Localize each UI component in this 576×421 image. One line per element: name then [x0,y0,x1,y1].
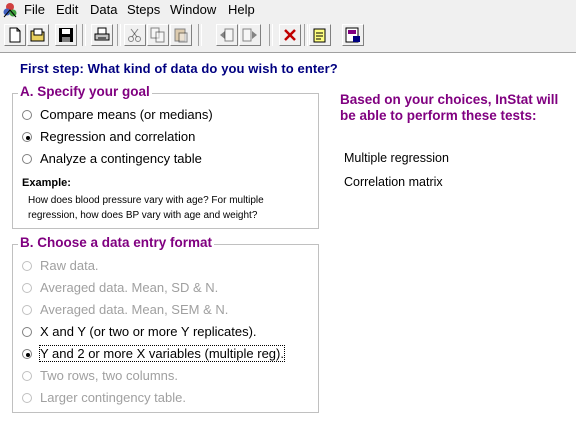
next-step-button[interactable] [239,24,261,46]
toolbar-separator [304,24,308,46]
radio-label: Averaged data. Mean, SD & N. [40,280,219,295]
cut-icon [128,28,141,42]
paste-button[interactable] [170,24,192,46]
radio-circle [22,349,32,359]
menu-window[interactable]: Window [170,2,216,17]
radio-circle [22,132,32,142]
next-step-icon [242,28,257,42]
goal-group-legend: A. Specify your goal [18,84,152,99]
save-button[interactable] [55,24,77,46]
radio-label: X and Y (or two or more Y replicates). [40,324,257,339]
back-step-button[interactable] [216,24,238,46]
print-button[interactable] [91,24,113,46]
radio-circle [22,327,32,337]
cut-button[interactable] [124,24,146,46]
close-icon [284,29,296,41]
radio-circle [22,110,32,120]
instat-app-icon[interactable] [1,1,19,19]
notes-button[interactable] [309,24,331,46]
radio-label: Two rows, two columns. [40,368,178,383]
back-step-icon [220,28,234,42]
toolbar [0,20,576,53]
radio-selected-dot [26,136,30,140]
copy-icon [150,27,165,43]
radio-label: Regression and correlation [40,129,196,144]
radio-label: Averaged data. Mean, SEM & N. [40,302,229,317]
radio-label: Analyze a contingency table [40,151,202,166]
format-group-legend: B. Choose a data entry format [18,235,215,250]
radio-circle [22,261,32,271]
test-correlation-matrix: Correlation matrix [344,175,443,189]
radio-label: Y and 2 or more X variables (multiple re… [39,345,285,362]
toolbar-separator [198,24,202,46]
open-folder-icon [30,28,45,42]
test-multiple-regression: Multiple regression [344,151,449,165]
example-text: How does blood pressure vary with age? F… [28,195,264,221]
radio-label: Compare means (or medians) [40,107,213,122]
radio-label: Raw data. [40,258,99,273]
radio-circle [22,371,32,381]
radio-circle [22,283,32,293]
save-icon [59,28,73,42]
menu-bar: File Edit Data Steps Window Help [0,0,576,20]
menu-edit[interactable]: Edit [56,2,78,17]
notes-icon [313,28,326,43]
example-title: Example: [22,177,71,189]
radio-circle [22,305,32,315]
toolbar-separator [269,24,273,46]
print-icon [94,27,110,41]
copy-button[interactable] [147,24,169,46]
close-button[interactable] [279,24,301,46]
report-button[interactable] [342,24,364,46]
radio-circle [22,154,32,164]
menu-steps[interactable]: Steps [127,2,160,17]
menu-file[interactable]: File [24,2,45,17]
report-icon [345,27,360,43]
menu-data[interactable]: Data [90,2,117,17]
radio-label: Larger contingency table. [40,390,186,405]
open-button[interactable] [27,24,49,46]
paste-icon [174,28,188,43]
new-file-button[interactable] [4,24,26,46]
menu-help[interactable]: Help [228,2,255,17]
toolbar-separator [117,24,121,46]
new-file-icon [9,27,21,43]
toolbar-separator [82,24,86,46]
radio-circle [22,393,32,403]
step-heading: First step: What kind of data do you wis… [20,61,338,76]
radio-selected-dot [26,353,30,357]
tests-heading: Based on your choices, InStat will be ab… [340,92,559,123]
